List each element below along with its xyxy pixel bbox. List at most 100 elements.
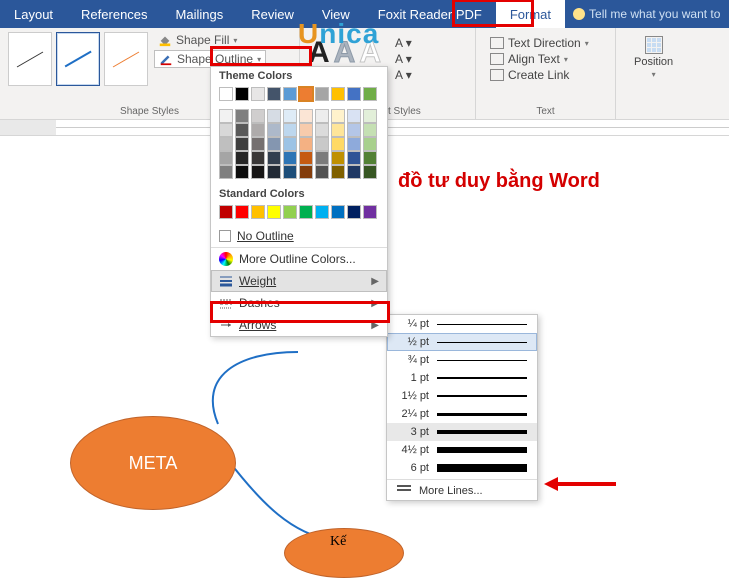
color-swatch[interactable] xyxy=(219,205,233,219)
weight-option[interactable]: ¼ pt xyxy=(387,315,537,333)
color-swatch[interactable] xyxy=(331,205,345,219)
color-swatch[interactable] xyxy=(363,109,377,123)
color-swatch[interactable] xyxy=(363,87,377,101)
color-swatch[interactable] xyxy=(363,205,377,219)
color-swatch[interactable] xyxy=(315,109,329,123)
color-swatch[interactable] xyxy=(283,137,297,151)
color-swatch[interactable] xyxy=(315,87,329,101)
color-swatch[interactable] xyxy=(251,123,265,137)
tab-mailings[interactable]: Mailings xyxy=(162,0,238,28)
color-swatch[interactable] xyxy=(331,109,345,123)
color-swatch[interactable] xyxy=(283,87,297,101)
tab-layout[interactable]: Layout xyxy=(0,0,67,28)
color-swatch[interactable] xyxy=(251,151,265,165)
color-swatch[interactable] xyxy=(331,151,345,165)
color-swatch[interactable] xyxy=(363,137,377,151)
color-swatch[interactable] xyxy=(299,137,313,151)
color-swatch[interactable] xyxy=(283,165,297,179)
color-swatch[interactable] xyxy=(283,205,297,219)
color-swatch[interactable] xyxy=(331,137,345,151)
color-swatch[interactable] xyxy=(347,151,361,165)
color-swatch[interactable] xyxy=(235,123,249,137)
color-swatch[interactable] xyxy=(219,109,233,123)
text-direction-button[interactable]: Text Direction▾ xyxy=(490,36,601,50)
color-swatch[interactable] xyxy=(219,151,233,165)
color-swatch[interactable] xyxy=(267,87,281,101)
color-swatch[interactable] xyxy=(299,123,313,137)
color-swatch[interactable] xyxy=(315,165,329,179)
color-swatch[interactable] xyxy=(219,87,233,101)
color-swatch[interactable] xyxy=(267,123,281,137)
color-swatch[interactable] xyxy=(235,137,249,151)
color-swatch[interactable] xyxy=(363,123,377,137)
color-swatch[interactable] xyxy=(331,123,345,137)
shape-style-1[interactable] xyxy=(8,32,52,86)
color-swatch[interactable] xyxy=(251,87,265,101)
more-lines-item[interactable]: More Lines... xyxy=(387,482,537,500)
color-swatch[interactable] xyxy=(267,205,281,219)
color-swatch[interactable] xyxy=(363,151,377,165)
dashes-submenu-item[interactable]: Dashes ▶ xyxy=(211,292,387,314)
color-swatch[interactable] xyxy=(251,165,265,179)
color-swatch[interactable] xyxy=(347,165,361,179)
weight-option[interactable]: 3 pt xyxy=(387,423,537,441)
weight-option[interactable]: 1 pt xyxy=(387,369,537,387)
text-effects-btn[interactable]: A ▾ xyxy=(395,68,412,82)
color-swatch[interactable] xyxy=(283,123,297,137)
no-outline-item[interactable]: No Outline xyxy=(211,225,387,247)
color-swatch[interactable] xyxy=(299,151,313,165)
color-swatch[interactable] xyxy=(235,151,249,165)
color-swatch[interactable] xyxy=(235,87,249,101)
tab-format[interactable]: Format xyxy=(496,0,565,28)
color-swatch[interactable] xyxy=(251,137,265,151)
color-swatch[interactable] xyxy=(235,205,249,219)
color-swatch[interactable] xyxy=(331,165,345,179)
document-canvas[interactable]: Unica đồ tư duy bằng Word META Kế Theme … xyxy=(0,136,729,550)
shape-fill-button[interactable]: Shape Fill ▾ xyxy=(154,32,266,48)
align-text-button[interactable]: Align Text▾ xyxy=(490,52,601,66)
position-button[interactable]: Position ▾ xyxy=(624,32,683,83)
connector-up[interactable] xyxy=(178,346,338,426)
color-swatch[interactable] xyxy=(299,87,313,101)
weight-option[interactable]: 2¼ pt xyxy=(387,405,537,423)
color-swatch[interactable] xyxy=(219,123,233,137)
color-swatch[interactable] xyxy=(299,165,313,179)
color-swatch[interactable] xyxy=(283,109,297,123)
color-swatch[interactable] xyxy=(315,137,329,151)
text-outline-btn[interactable]: A ▾ xyxy=(395,52,412,66)
color-swatch[interactable] xyxy=(267,109,281,123)
color-swatch[interactable] xyxy=(251,205,265,219)
text-fill-btn[interactable]: A ▾ xyxy=(395,36,412,50)
weight-option[interactable]: ½ pt xyxy=(387,333,537,351)
shape-style-2[interactable] xyxy=(56,32,100,86)
color-swatch[interactable] xyxy=(347,137,361,151)
color-swatch[interactable] xyxy=(331,87,345,101)
weight-submenu-item[interactable]: Weight ▶ xyxy=(211,270,387,292)
color-swatch[interactable] xyxy=(299,109,313,123)
tab-foxit[interactable]: Foxit Reader PDF xyxy=(364,0,496,28)
color-swatch[interactable] xyxy=(347,123,361,137)
color-swatch[interactable] xyxy=(299,205,313,219)
color-swatch[interactable] xyxy=(283,151,297,165)
shape-style-gallery[interactable] xyxy=(8,32,148,86)
color-swatch[interactable] xyxy=(267,165,281,179)
weight-option[interactable]: 6 pt xyxy=(387,459,537,477)
color-swatch[interactable] xyxy=(315,205,329,219)
color-swatch[interactable] xyxy=(235,165,249,179)
color-swatch[interactable] xyxy=(267,137,281,151)
color-swatch[interactable] xyxy=(235,109,249,123)
weight-option[interactable]: 1½ pt xyxy=(387,387,537,405)
arrows-submenu-item[interactable]: Arrows ▶ xyxy=(211,314,387,336)
color-swatch[interactable] xyxy=(315,151,329,165)
color-swatch[interactable] xyxy=(315,123,329,137)
tab-references[interactable]: References xyxy=(67,0,161,28)
color-swatch[interactable] xyxy=(251,109,265,123)
color-swatch[interactable] xyxy=(219,165,233,179)
color-swatch[interactable] xyxy=(347,109,361,123)
color-swatch[interactable] xyxy=(267,151,281,165)
color-swatch[interactable] xyxy=(219,137,233,151)
meta-shape[interactable]: META xyxy=(70,416,236,510)
color-swatch[interactable] xyxy=(363,165,377,179)
color-swatch[interactable] xyxy=(347,87,361,101)
weight-option[interactable]: ¾ pt xyxy=(387,351,537,369)
